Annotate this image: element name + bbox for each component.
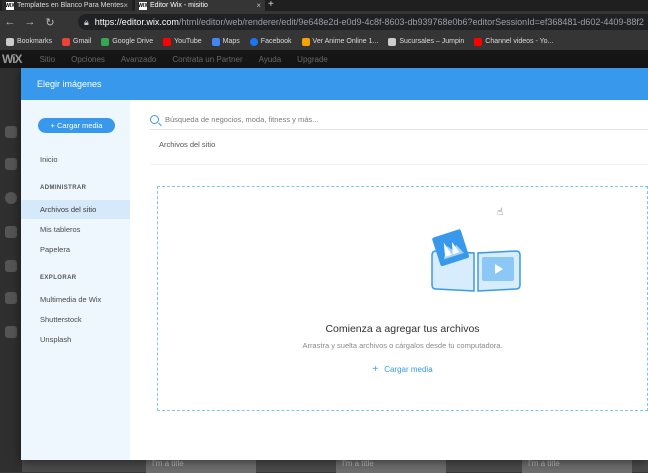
gmail-icon (62, 37, 71, 46)
url-path: /html/editor/web/renderer/edit/9e648e2d-… (178, 17, 644, 27)
sidebar-item-unsplash[interactable]: Unsplash (21, 330, 130, 349)
mouse-cursor-icon: ☝︎ (497, 207, 504, 218)
new-tab-button[interactable]: + (268, 0, 274, 10)
google-drive-icon (101, 37, 110, 46)
sidebar-section-explore: EXPLORAR (40, 275, 77, 281)
tab-title: Editor Wix - misitio (150, 2, 208, 9)
wix-favicon-icon: WIX (5, 1, 15, 10)
tab-title: Templates en Blanco Para Mentes (17, 2, 124, 9)
choose-images-dialog: Elegir imágenes + Cargar media Inicio AD… (21, 68, 648, 460)
bookmark-google-drive[interactable]: Google Drive (101, 37, 153, 46)
menu-ayuda[interactable]: Ayuda (259, 55, 282, 64)
close-tab-icon[interactable]: × (123, 1, 128, 10)
sidebar-item-trash[interactable]: Papelera (21, 240, 130, 259)
store-icon[interactable] (5, 326, 17, 338)
add-icon[interactable] (5, 192, 17, 204)
bookmark-channel-videos[interactable]: Channel videos - Yo... (474, 37, 553, 46)
address-bar-row: ← → ↻ 🔒︎ https://editor.wix.com/html/edi… (0, 11, 648, 33)
page-icon (388, 37, 397, 46)
title-card[interactable]: I'm a title (522, 459, 632, 473)
pages-icon[interactable] (5, 126, 17, 138)
youtube-icon (163, 37, 172, 46)
browser-tab-editor[interactable]: WIX Editor Wix - misitio × (135, 0, 265, 11)
dialog-title: Elegir imágenes (37, 79, 102, 89)
upload-illustration-icon (431, 229, 521, 292)
anime-site-icon (301, 37, 310, 46)
bookmarks-bar: Bookmarks Gmail Google Drive YouTube Map… (0, 33, 648, 50)
sidebar-item-site-files[interactable]: Archivos del sitio (21, 200, 130, 219)
dropzone-subtitle: Arrastra y suelta archivos o cárgalos de… (302, 341, 503, 350)
bookmark-facebook[interactable]: Facebook (249, 37, 292, 46)
bookmarks-folder-icon (6, 37, 14, 46)
upload-media-button[interactable]: + Cargar media (38, 118, 115, 133)
url-host: https://editor.wix.com (94, 17, 179, 27)
menu-upgrade[interactable]: Upgrade (297, 55, 328, 64)
url-field[interactable]: 🔒︎ https://editor.wix.com/html/editor/we… (78, 14, 648, 30)
editor-left-rail (0, 68, 22, 472)
browser-tab-templates[interactable]: WIX Templates en Blanco Para Mentes × (2, 0, 132, 11)
dialog-header: Elegir imágenes (21, 68, 648, 100)
search-icon (150, 115, 159, 124)
title-card[interactable]: I'm a title (336, 459, 446, 473)
wix-editor-top-bar: WiX Sitio Opciones Avanzado Contrata un … (0, 50, 648, 68)
dropzone-title: Comienza a agregar tus archivos (325, 323, 480, 335)
plus-icon: + (372, 364, 379, 375)
bookmark-bookmarks[interactable]: Bookmarks (6, 37, 52, 46)
sidebar-item-my-boards[interactable]: Mis tableros (21, 220, 130, 239)
menu-avanzado[interactable]: Avanzado (121, 55, 156, 64)
sidebar-item-inicio[interactable]: Inicio (21, 150, 130, 169)
apps-icon[interactable] (5, 226, 17, 238)
bookmark-youtube[interactable]: YouTube (163, 37, 202, 46)
menu-opciones[interactable]: Opciones (71, 55, 105, 64)
sidebar-item-shutterstock[interactable]: Shutterstock (21, 310, 130, 329)
bookmark-maps[interactable]: Maps (211, 37, 240, 46)
maps-icon (211, 37, 220, 46)
title-card[interactable]: I'm a title (146, 459, 256, 473)
back-arrow-icon[interactable]: ← (0, 16, 20, 28)
section-title: Archivos del sitio (159, 140, 216, 149)
bookmark-anime[interactable]: Ver Anime Online 1... (301, 37, 378, 46)
search-input[interactable]: Búsqueda de negocios, moda, fitness y má… (150, 110, 648, 130)
divider (150, 164, 648, 165)
sidebar-item-wix-media[interactable]: Multimedia de Wix (21, 290, 130, 309)
blog-icon[interactable] (5, 292, 17, 304)
browser-tab-bar: WIX Templates en Blanco Para Mentes × WI… (0, 0, 648, 11)
bookmark-gmail[interactable]: Gmail (62, 37, 91, 46)
bookmark-sucursales[interactable]: Sucursales – Jumpin (388, 37, 464, 46)
media-sidebar: + Cargar media Inicio ADMINISTRAR Archiv… (21, 100, 130, 460)
wix-favicon-icon: WIX (138, 1, 148, 10)
upload-media-link[interactable]: + Cargar media (158, 364, 647, 375)
media-content: Búsqueda de negocios, moda, fitness y má… (130, 100, 648, 460)
lock-icon: 🔒︎ (84, 16, 89, 27)
menu-sitio[interactable]: Sitio (40, 55, 56, 64)
background-icon[interactable] (5, 158, 17, 170)
sidebar-section-admin: ADMINISTRAR (40, 185, 87, 191)
forward-arrow-icon[interactable]: → (20, 16, 40, 28)
search-placeholder: Búsqueda de negocios, moda, fitness y má… (165, 115, 319, 124)
reload-icon[interactable]: ↻ (40, 16, 60, 29)
wix-logo: WiX (2, 52, 23, 66)
youtube-icon (474, 37, 483, 46)
facebook-icon (249, 37, 258, 46)
close-tab-icon[interactable]: × (256, 1, 261, 10)
upload-dropzone[interactable]: Comienza a agregar tus archivos Arrastra… (157, 186, 648, 411)
menu-contrata-partner[interactable]: Contrata un Partner (172, 55, 242, 64)
media-icon[interactable] (5, 260, 17, 272)
